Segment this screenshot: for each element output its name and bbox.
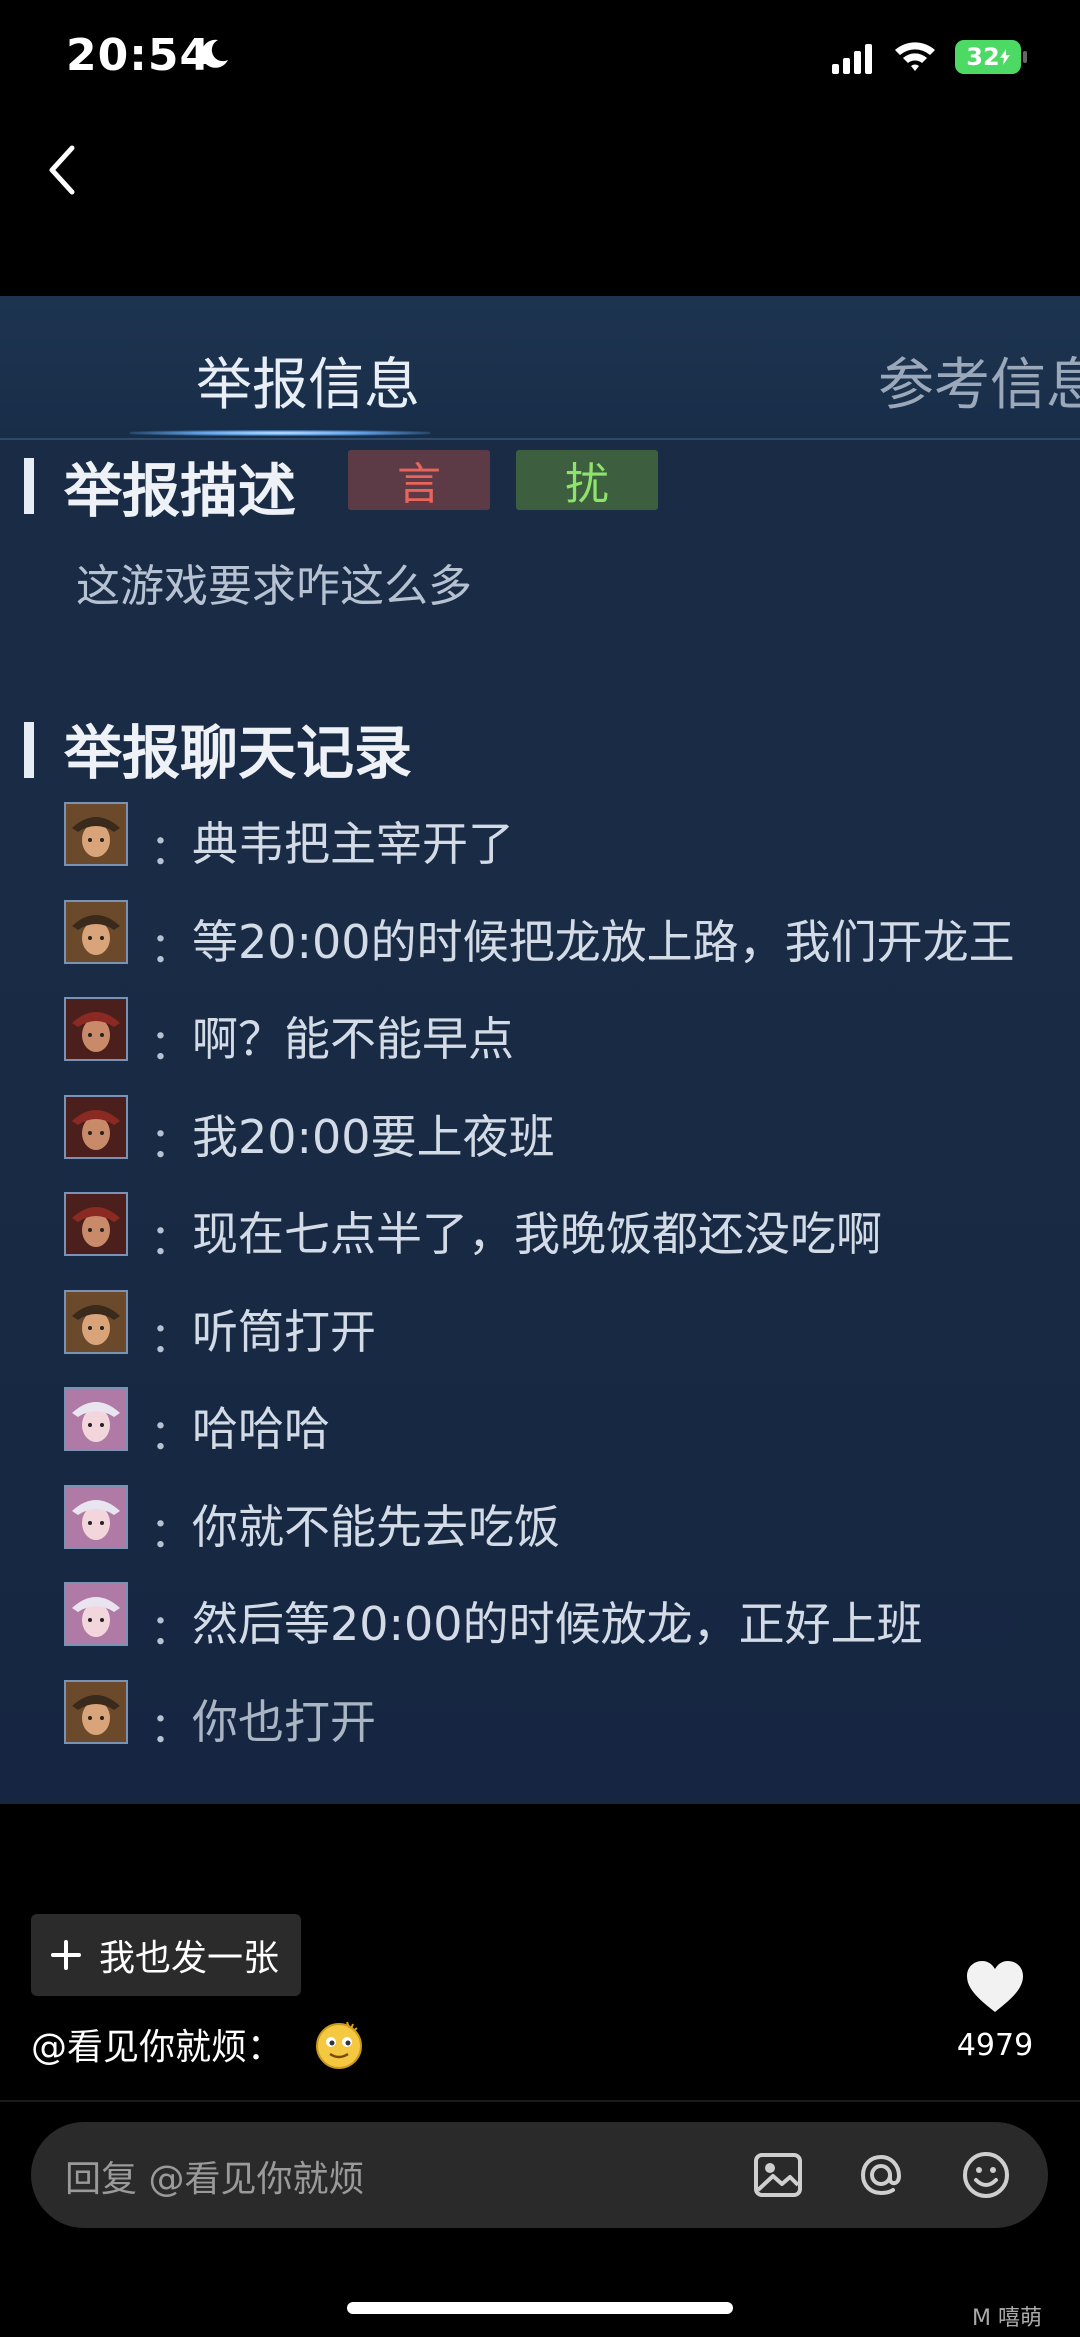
mention-icon[interactable] xyxy=(854,2148,908,2202)
tag-badge-disturb: 扰 xyxy=(516,450,658,510)
reply-placeholder: 回复 @看见你就烦 xyxy=(65,2159,365,2200)
chat-colon: ： xyxy=(150,1313,193,1362)
chat-message-row: ：然后等20:00的时候放龙，正好上班 xyxy=(64,1582,1064,1662)
chat-message-row: ：现在七点半了，我晚饭都还没吃啊 xyxy=(64,1192,1064,1272)
chat-log-title: 举报聊天记录 xyxy=(64,719,413,787)
chat-message-row: ：你也打开 xyxy=(64,1680,1064,1760)
player-avatar xyxy=(64,802,128,866)
chat-message-text: 典韦把主宰开了 xyxy=(192,817,514,871)
home-indicator xyxy=(347,2302,733,2314)
chat-colon: ： xyxy=(150,1020,193,1069)
chat-colon: ： xyxy=(150,923,193,972)
chat-message-row: ：典韦把主宰开了 xyxy=(64,802,1064,882)
wifi-icon xyxy=(895,42,935,71)
chat-colon: ： xyxy=(150,1703,193,1752)
player-avatar xyxy=(64,1095,128,1159)
report-desc-text: 这游戏要求咋这么多 xyxy=(76,561,472,612)
status-bar: 20:54 32 xyxy=(0,0,1080,120)
chat-message-row: ：啊？能不能早点 xyxy=(64,997,1064,1077)
post-caption[interactable]: @看见你就烦： xyxy=(31,2018,283,2070)
image-icon[interactable] xyxy=(751,2148,805,2202)
game-tab-bar: 举报信息 参考信息 xyxy=(0,296,1080,440)
tab-reference-info: 参考信息 xyxy=(878,353,1080,418)
chat-message-text: 然后等20:00的时候放龙，正好上班 xyxy=(192,1597,923,1651)
chat-message-text: 我20:00要上夜班 xyxy=(192,1110,555,1164)
chat-message-row: ：等20:00的时候把龙放上路，我们开龙王 xyxy=(64,900,1064,980)
tab-report-info: 举报信息 xyxy=(196,353,420,418)
post-too-label: 我也发一张 xyxy=(99,1938,280,1979)
like-count: 4979 xyxy=(956,2028,1034,2063)
charging-icon xyxy=(999,49,1010,65)
player-avatar xyxy=(64,997,128,1061)
smiley-emoji-icon xyxy=(316,2021,362,2069)
report-desc-title: 举报描述 xyxy=(64,457,297,525)
like-heart-icon[interactable] xyxy=(965,1960,1025,2014)
chat-message-text: 你也打开 xyxy=(192,1695,376,1749)
chat-message-text: 你就不能先去吃饭 xyxy=(192,1500,560,1554)
chat-message-text: 听筒打开 xyxy=(192,1305,376,1359)
battery-cap xyxy=(1023,51,1027,63)
posted-screenshot[interactable]: 举报信息 参考信息 举报描述 言 扰 这游戏要求咋这么多 举报聊天记录 ：典韦把… xyxy=(0,296,1080,1804)
player-avatar xyxy=(64,1387,128,1451)
moon-icon xyxy=(201,39,228,68)
post-too-button[interactable]: 我也发一张 xyxy=(31,1914,301,1996)
chat-message-row: ：听筒打开 xyxy=(64,1290,1064,1370)
chat-message-text: 等20:00的时候把龙放上路，我们开龙王 xyxy=(192,915,1015,969)
chat-message-text: 现在七点半了，我晚饭都还没吃啊 xyxy=(192,1207,882,1261)
player-avatar xyxy=(64,1680,128,1744)
emoji-icon[interactable] xyxy=(959,2148,1013,2202)
signal-icon xyxy=(832,44,872,74)
player-avatar xyxy=(64,1290,128,1354)
chat-colon: ： xyxy=(150,1605,193,1654)
watermark: M 嘻萌 xyxy=(972,2306,1042,2331)
chat-colon: ： xyxy=(150,1118,193,1167)
section-marker xyxy=(24,722,34,778)
player-avatar xyxy=(64,900,128,964)
chat-colon: ： xyxy=(150,1215,193,1264)
chat-message-text: 哈哈哈 xyxy=(192,1402,330,1456)
chat-message-row: ：哈哈哈 xyxy=(64,1387,1064,1467)
player-avatar xyxy=(64,1582,128,1646)
chat-colon: ： xyxy=(150,825,193,874)
chat-message-text: 啊？能不能早点 xyxy=(192,1012,514,1066)
divider xyxy=(0,2100,1080,2102)
player-avatar xyxy=(64,1192,128,1256)
tab-active-indicator xyxy=(130,430,430,436)
status-time: 20:54 xyxy=(66,30,212,81)
section-marker xyxy=(24,458,34,514)
chat-colon: ： xyxy=(150,1508,193,1557)
chat-colon: ： xyxy=(150,1410,193,1459)
reply-input[interactable]: 回复 @看见你就烦 xyxy=(31,2122,1048,2228)
back-chevron-icon[interactable] xyxy=(38,140,88,200)
battery-level: 32 xyxy=(966,43,1000,71)
battery-indicator: 32 xyxy=(955,40,1021,74)
tag-badge-speech: 言 xyxy=(348,450,490,510)
player-avatar xyxy=(64,1485,128,1549)
plus-icon xyxy=(51,1940,81,1970)
chat-message-row: ：你就不能先去吃饭 xyxy=(64,1485,1064,1565)
chat-message-row: ：我20:00要上夜班 xyxy=(64,1095,1064,1175)
